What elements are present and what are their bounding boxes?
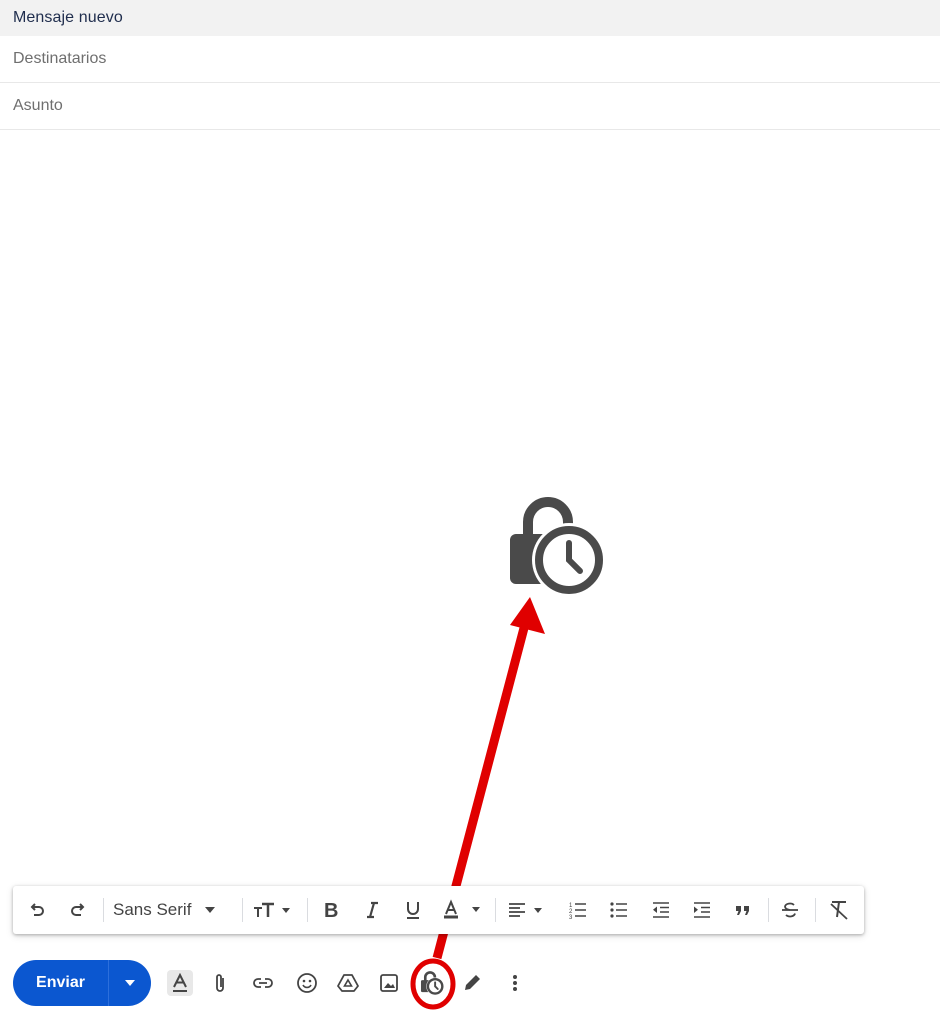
more-options-icon[interactable] <box>503 970 527 996</box>
underline-icon[interactable] <box>401 898 425 922</box>
lock-clock-icon <box>506 496 606 597</box>
align-icon[interactable] <box>507 898 551 922</box>
confidential-mode-icon[interactable] <box>418 970 446 996</box>
photo-icon[interactable] <box>376 970 402 996</box>
attach-icon[interactable] <box>207 970 233 996</box>
toolbar-separator <box>768 898 769 922</box>
compose-title: Mensaje nuevo <box>13 9 123 26</box>
indent-more-icon[interactable] <box>690 898 714 922</box>
subject-input[interactable] <box>13 97 940 115</box>
toolbar-separator <box>103 898 104 922</box>
send-options-icon <box>125 980 135 986</box>
quote-icon[interactable] <box>731 898 755 922</box>
bold-icon[interactable]: B <box>318 898 342 922</box>
recipients-row <box>0 36 940 83</box>
indent-less-icon[interactable] <box>649 898 673 922</box>
font-family-dropdown[interactable]: Sans Serif <box>113 898 243 922</box>
emoji-icon[interactable] <box>294 970 320 996</box>
svg-text:B: B <box>324 900 338 920</box>
text-size-icon[interactable] <box>251 898 297 922</box>
strikethrough-icon[interactable] <box>778 898 802 922</box>
toolbar-separator <box>815 898 816 922</box>
send-label[interactable]: Enviar <box>13 960 108 1006</box>
send-button[interactable]: Enviar <box>13 960 151 1006</box>
send-options-button[interactable] <box>109 960 151 1006</box>
font-name: Sans Serif <box>113 900 192 919</box>
bulleted-list-icon[interactable] <box>607 898 631 922</box>
message-body[interactable] <box>0 131 940 883</box>
formatting-toolbar: Sans Serif B 123 <box>13 886 864 934</box>
drive-icon[interactable] <box>335 970 361 996</box>
toolbar-separator <box>242 898 243 922</box>
text-color-icon[interactable] <box>441 898 487 922</box>
remove-formatting-icon[interactable] <box>826 898 852 922</box>
svg-text:3: 3 <box>569 915 573 920</box>
subject-row <box>0 83 940 130</box>
formatting-options-icon[interactable] <box>167 970 193 996</box>
toolbar-separator <box>307 898 308 922</box>
toolbar-separator <box>495 898 496 922</box>
italic-icon[interactable] <box>360 898 384 922</box>
recipients-input[interactable] <box>13 50 940 68</box>
signature-icon[interactable] <box>459 970 485 996</box>
redo-icon[interactable] <box>66 898 90 922</box>
link-icon[interactable] <box>248 970 278 996</box>
numbered-list-icon[interactable]: 123 <box>566 898 590 922</box>
undo-icon[interactable] <box>25 898 49 922</box>
compose-header: Mensaje nuevo <box>0 0 940 36</box>
font-dropdown-icon <box>205 907 216 913</box>
